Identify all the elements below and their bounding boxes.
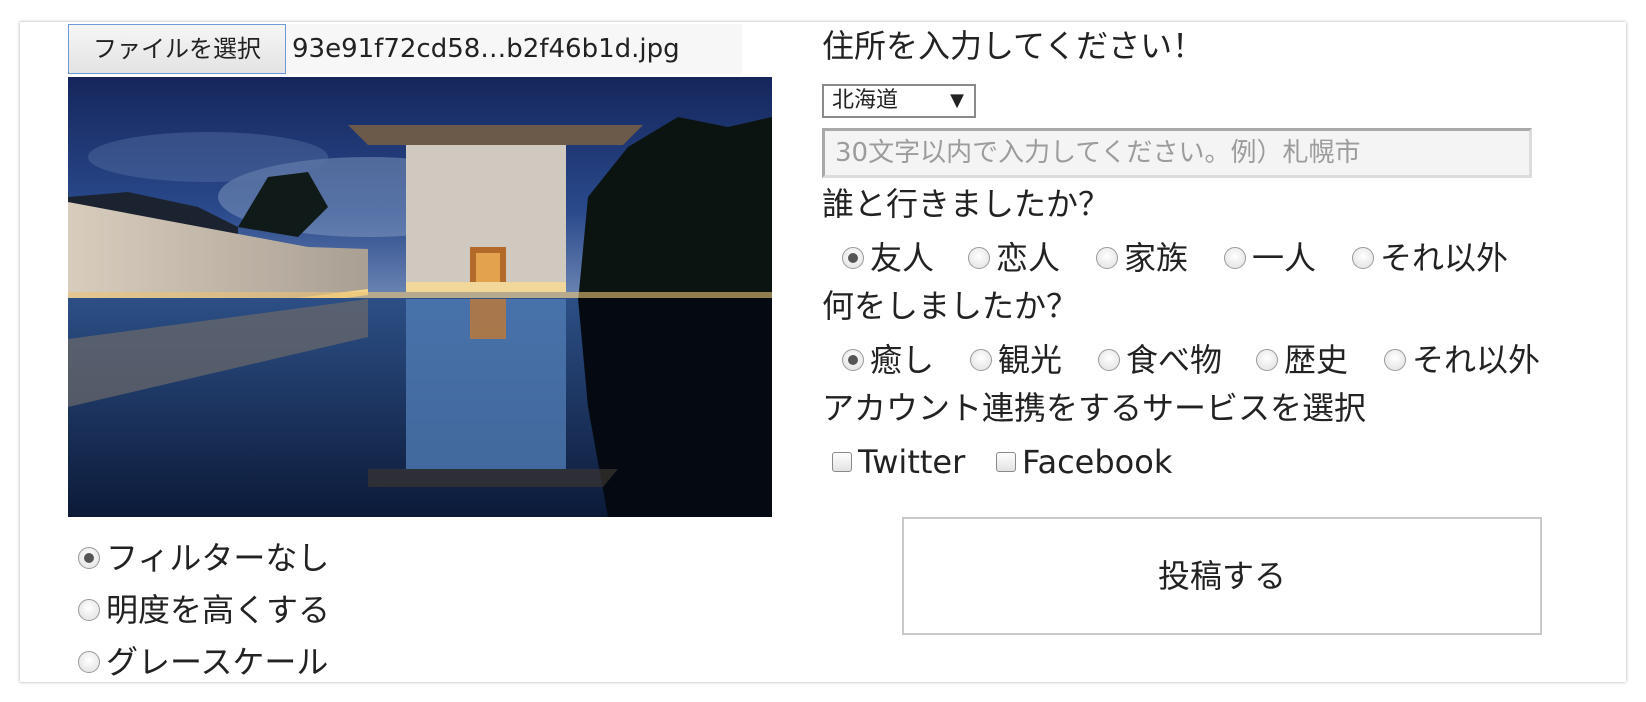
- service-option-label: Twitter: [858, 443, 966, 481]
- selected-file-name: 93e91f72cd58…b2f46b1d.jpg: [292, 34, 680, 64]
- filter-option-grayscale[interactable]: グレースケール: [78, 642, 328, 682]
- radio-button[interactable]: [1352, 247, 1374, 269]
- service-option-label: Facebook: [1022, 443, 1173, 481]
- prefecture-select[interactable]: 北海道 ▼: [822, 84, 976, 118]
- radio-button[interactable]: [78, 651, 100, 673]
- companion-option-alone[interactable]: 一人: [1224, 238, 1316, 278]
- activity-option-other[interactable]: それ以外: [1384, 340, 1540, 380]
- file-chooser: ファイルを選択 93e91f72cd58…b2f46b1d.jpg: [68, 24, 742, 74]
- prefecture-selected-value: 北海道: [832, 88, 899, 113]
- museum-photo: [68, 77, 772, 517]
- radio-button[interactable]: [842, 247, 864, 269]
- activity-option-label: それ以外: [1412, 341, 1541, 379]
- companion-question: 誰と行きましたか？: [822, 185, 1111, 223]
- activity-option-label: 食べ物: [1126, 341, 1223, 379]
- radio-button[interactable]: [1256, 349, 1278, 371]
- activity-option-history[interactable]: 歴史: [1256, 340, 1348, 380]
- companion-option-other[interactable]: それ以外: [1352, 238, 1508, 278]
- activity-option-food[interactable]: 食べ物: [1098, 340, 1222, 380]
- filter-option-label: グレースケール: [106, 643, 329, 681]
- dropdown-arrow-icon: ▼: [950, 90, 964, 111]
- checkbox[interactable]: [832, 452, 852, 472]
- companion-option-label: 恋人: [996, 239, 1061, 277]
- activity-question: 何をしましたか？: [822, 287, 1079, 325]
- submit-post-button[interactable]: 投稿する: [902, 517, 1542, 635]
- accounts-question: アカウント連携をするサービスを選択: [822, 389, 1367, 427]
- radio-button[interactable]: [1098, 349, 1120, 371]
- radio-button[interactable]: [78, 599, 100, 621]
- radio-button[interactable]: [1224, 247, 1246, 269]
- checkbox[interactable]: [996, 452, 1016, 472]
- choose-file-button[interactable]: ファイルを選択: [68, 24, 286, 74]
- image-preview: [68, 77, 772, 517]
- activity-option-label: 歴史: [1284, 341, 1349, 379]
- radio-button[interactable]: [842, 349, 864, 371]
- companion-option-label: 家族: [1124, 239, 1189, 277]
- address-question: 住所を入力してください！: [822, 27, 1205, 65]
- activity-option-relax[interactable]: 癒し: [842, 340, 934, 380]
- companion-option-label: それ以外: [1380, 239, 1509, 277]
- activity-option-label: 観光: [998, 341, 1063, 379]
- companion-option-label: 一人: [1252, 239, 1317, 277]
- filter-option-none[interactable]: フィルターなし: [78, 538, 329, 578]
- filter-option-brightness[interactable]: 明度を高くする: [78, 590, 330, 630]
- service-option-twitter[interactable]: Twitter: [832, 442, 965, 482]
- radio-button[interactable]: [1096, 247, 1118, 269]
- companion-option-label: 友人: [870, 239, 935, 277]
- radio-button[interactable]: [968, 247, 990, 269]
- service-option-facebook[interactable]: Facebook: [996, 442, 1172, 482]
- city-input[interactable]: [822, 128, 1532, 178]
- radio-button[interactable]: [78, 547, 100, 569]
- filter-option-label: フィルターなし: [106, 539, 330, 577]
- radio-button[interactable]: [970, 349, 992, 371]
- activity-option-sightseeing[interactable]: 観光: [970, 340, 1062, 380]
- companion-option-partner[interactable]: 恋人: [968, 238, 1060, 278]
- companion-option-family[interactable]: 家族: [1096, 238, 1188, 278]
- companion-option-friend[interactable]: 友人: [842, 238, 934, 278]
- activity-option-label: 癒し: [870, 341, 935, 379]
- radio-button[interactable]: [1384, 349, 1406, 371]
- filter-option-label: 明度を高くする: [106, 591, 331, 629]
